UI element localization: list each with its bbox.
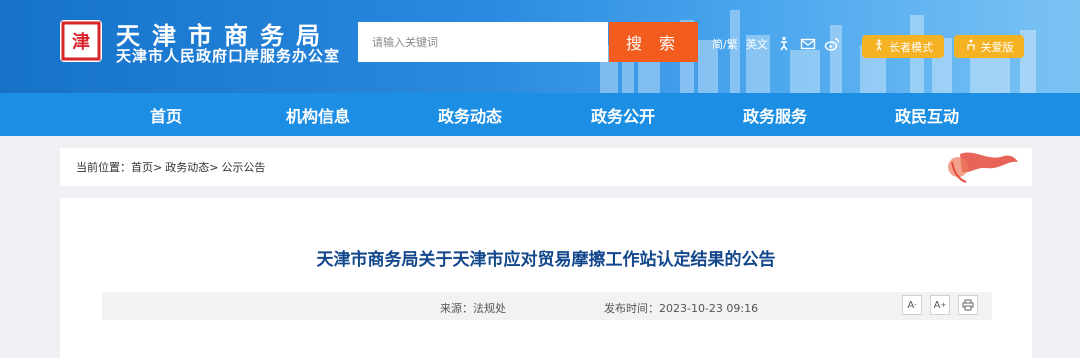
breadcrumb-prefix: 当前位置：: [76, 161, 131, 174]
care-version-icon: [965, 39, 977, 54]
print-icon: [962, 299, 974, 311]
article-title: 天津市商务局关于天津市应对贸易摩擦工作站认定结果的公告: [316, 250, 776, 270]
header-tools: 简/繁 英文: [712, 36, 840, 52]
elder-mode-button[interactable]: 长者模式: [862, 35, 944, 58]
font-increase-button[interactable]: A +: [930, 295, 950, 315]
elder-mode-label: 长者模式: [889, 40, 933, 54]
breadcrumb-announcements[interactable]: 公示公告: [221, 159, 265, 175]
breadcrumb: 当前位置： 首页 > 政务动态 > 公示公告: [60, 148, 1032, 186]
font-decrease-label: A: [907, 299, 915, 311]
site-logo[interactable]: 津: [60, 20, 102, 62]
article-date: 发布时间：2023-10-23 09:16: [604, 302, 759, 315]
nav-item-disclosure[interactable]: 政务公开: [558, 93, 688, 136]
logo-glyph: 津: [72, 31, 90, 53]
nav-item-home[interactable]: 首页: [101, 93, 231, 136]
accessibility-icon[interactable]: [776, 36, 792, 52]
flag-decoration: [948, 152, 1018, 183]
main-nav: 首页 机构信息 政务动态 政务公开 政务服务 政民互动: [0, 93, 1080, 136]
search-button[interactable]: 搜 索: [609, 22, 698, 62]
lang-simplified-traditional-link[interactable]: 简/繁: [712, 36, 738, 52]
mail-icon[interactable]: [800, 36, 816, 52]
care-version-label: 关爱版: [980, 40, 1014, 54]
seal-icon: 津: [61, 21, 101, 61]
font-decrease-button[interactable]: A-: [902, 295, 922, 315]
breadcrumb-separator: >: [209, 160, 219, 174]
weibo-icon[interactable]: [824, 36, 840, 52]
nav-item-organization[interactable]: 机构信息: [253, 93, 383, 136]
nav-item-news[interactable]: 政务动态: [405, 93, 535, 136]
font-increase-label: A: [933, 299, 941, 311]
article-card: 天津市商务局关于天津市应对贸易摩擦工作站认定结果的公告 来源：法规处 发布时间：…: [60, 198, 1032, 358]
breadcrumb-separator: >: [153, 160, 163, 174]
breadcrumb-news[interactable]: 政务动态: [165, 159, 209, 175]
nav-item-services[interactable]: 政务服务: [710, 93, 840, 136]
site-subtitle: 天津市人民政府口岸服务办公室: [116, 47, 341, 65]
care-version-button[interactable]: 关爱版: [954, 35, 1024, 58]
article-source: 来源：法规处: [440, 302, 506, 315]
article-meta-bar: 来源：法规处 发布时间：2023-10-23 09:16 A- A +: [102, 292, 992, 320]
print-button[interactable]: [958, 295, 978, 315]
nav-item-interaction[interactable]: 政民互动: [862, 93, 992, 136]
breadcrumb-home[interactable]: 首页: [131, 159, 153, 175]
elder-mode-icon: [873, 39, 885, 54]
lang-english-link[interactable]: 英文: [746, 36, 768, 52]
search-input[interactable]: [358, 22, 608, 62]
site-header: 津 天津市商务局 天津市人民政府口岸服务办公室 搜 索 简/繁 英文 长者模式 …: [0, 0, 1080, 93]
